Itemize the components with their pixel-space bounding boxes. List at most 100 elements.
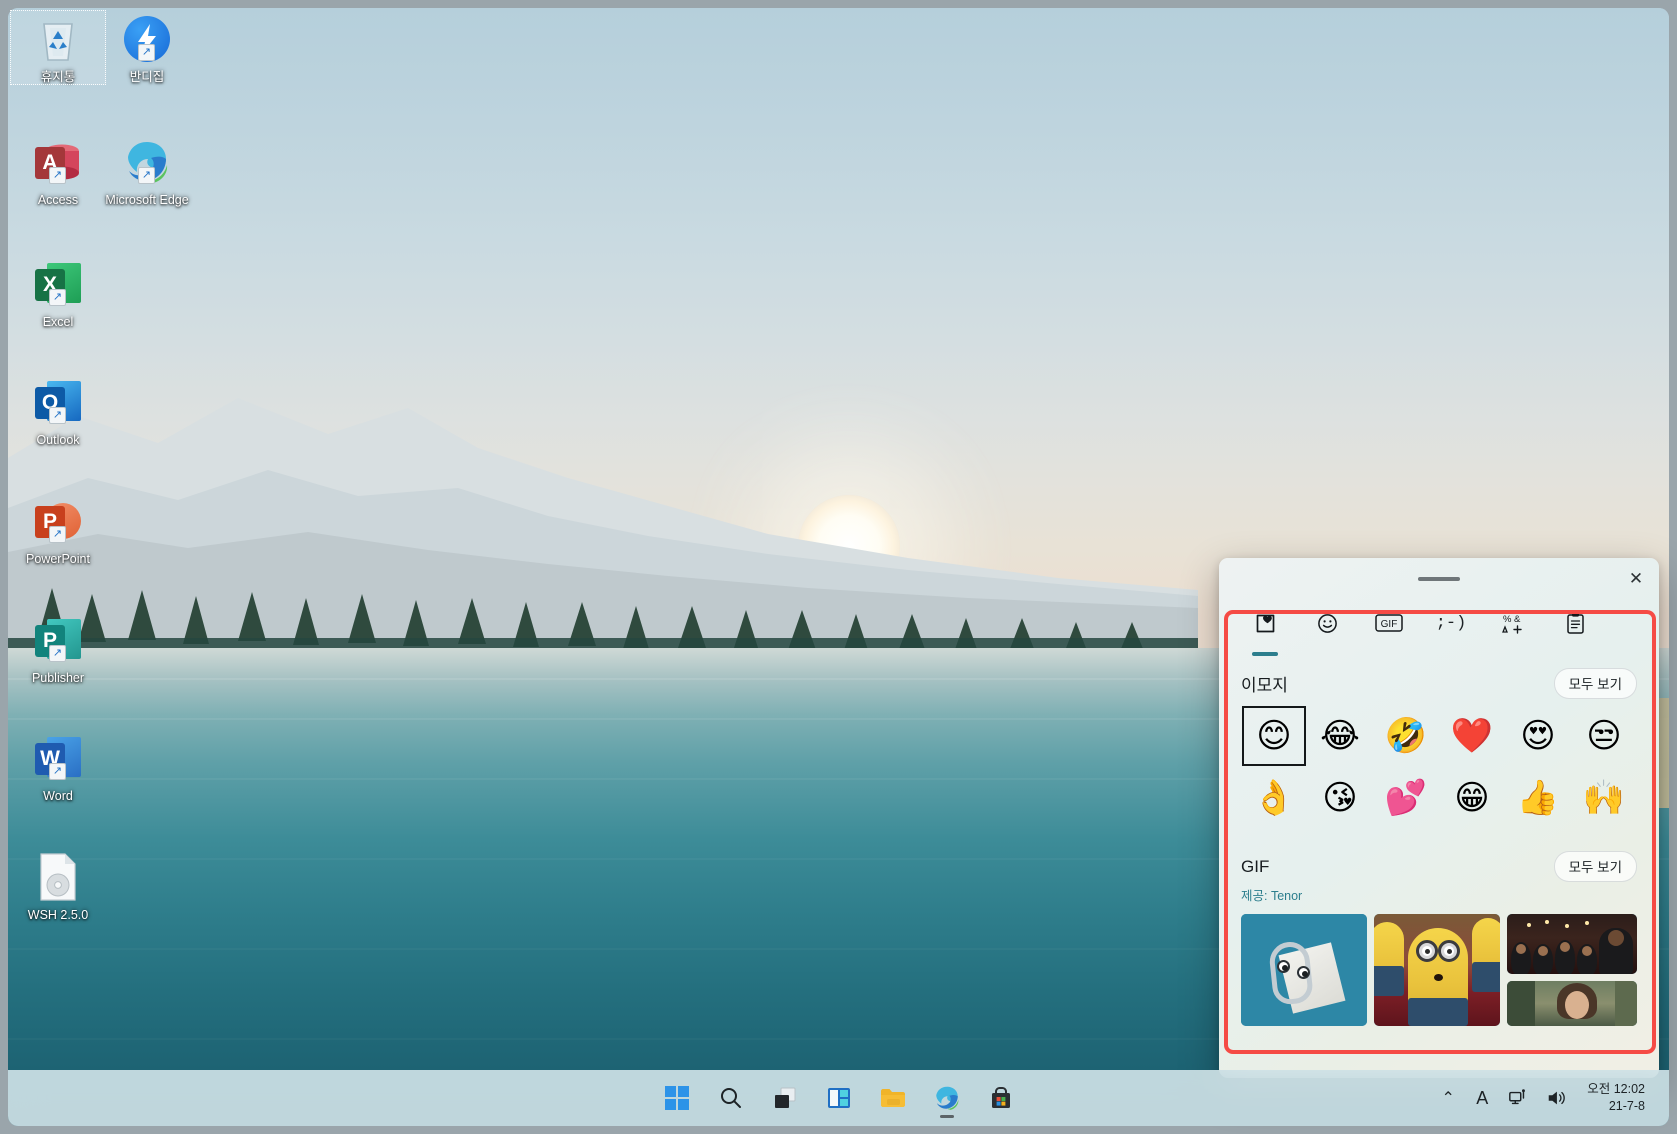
drag-handle[interactable] <box>1418 577 1460 581</box>
emoji-panel-content[interactable]: 이모지 모두 보기 😊 😂 🤣 ❤️ 😍 😒 👌 😘 💕 😁 👍 🙌 GIF 모… <box>1219 652 1659 1078</box>
svg-text:GIF: GIF <box>1381 619 1398 630</box>
emoji-item[interactable]: 🤣 <box>1373 705 1439 767</box>
desktop-icon-wsh[interactable]: WSH 2.5.0 <box>10 848 106 923</box>
kaomoji-icon: ;-) <box>1435 613 1467 633</box>
running-indicator <box>939 1115 954 1118</box>
tab-clipboard[interactable] <box>1551 604 1599 652</box>
tab-emoji[interactable] <box>1303 604 1351 652</box>
edge-icon: ↗ <box>99 133 195 191</box>
smiley-face-icon <box>1317 610 1338 636</box>
desktop-icon-microsoft-edge[interactable]: ↗ Microsoft Edge <box>99 133 195 208</box>
recycle-bin-icon <box>10 10 106 68</box>
bandizip-icon: ↗ <box>99 10 195 68</box>
emoji-item[interactable]: 🙌 <box>1571 767 1637 829</box>
volume-button[interactable] <box>1539 1078 1573 1118</box>
clock-date: 21-7-8 <box>1608 1099 1645 1113</box>
tray-overflow-button[interactable]: ⌃ <box>1433 1078 1463 1118</box>
desktop-icon-recycle-bin[interactable]: 휴지통 <box>10 10 106 85</box>
desktop-icon-label: Publisher <box>31 671 85 685</box>
edge-icon <box>935 1086 958 1110</box>
gif-thumb-awards-applause[interactable] <box>1507 914 1637 974</box>
emoji-item[interactable]: 😒 <box>1571 705 1637 767</box>
word-icon: W ↗ <box>10 729 106 787</box>
gif-section-title: GIF <box>1241 856 1270 876</box>
gif-icon: GIF <box>1375 610 1403 636</box>
network-icon <box>1509 1089 1526 1105</box>
emoji-item[interactable]: 👌 <box>1241 767 1307 829</box>
emoji-item[interactable]: 😁 <box>1439 767 1505 829</box>
desktop-icon-excel[interactable]: X ↗ Excel <box>10 255 106 330</box>
desktop-icon-outlook[interactable]: O ↗ Outlook <box>10 373 106 448</box>
desktop-icon-publisher[interactable]: P ↗ Publisher <box>10 611 106 686</box>
desktop-icon-word[interactable]: W ↗ Word <box>10 729 106 804</box>
microsoft-store-icon <box>991 1087 1010 1108</box>
desktop-screen: 휴지통 ↗ 반디집 A ↗ Access ↗ Microsoft Edge X … <box>0 0 1677 1134</box>
network-button[interactable] <box>1501 1078 1535 1118</box>
emoji-item[interactable]: 👍 <box>1505 767 1571 829</box>
shortcut-overlay-icon: ↗ <box>138 44 155 61</box>
recent-heart-icon <box>1255 610 1276 636</box>
taskbar[interactable]: ⌃ A 오전 12:02 21-7-8 <box>8 1070 1669 1126</box>
emoji-item[interactable]: 😍 <box>1505 705 1571 767</box>
desktop-icon-label: 휴지통 <box>40 70 76 84</box>
start-button[interactable] <box>655 1076 699 1120</box>
emoji-grid[interactable]: 😊 😂 🤣 ❤️ 😍 😒 👌 😘 💕 😁 👍 🙌 <box>1241 705 1637 829</box>
svg-text:&: & <box>1514 614 1521 625</box>
tab-kaomoji[interactable]: ;-) <box>1427 604 1475 652</box>
desktop-icon-label: Access <box>37 193 79 207</box>
close-icon[interactable]: ✕ <box>1613 558 1659 600</box>
desktop-icon-label: Microsoft Edge <box>105 193 189 207</box>
excel-icon: X ↗ <box>10 255 106 313</box>
microsoft-store-button[interactable] <box>979 1076 1023 1120</box>
emoji-panel-titlebar[interactable]: ✕ <box>1219 558 1659 600</box>
emoji-item[interactable]: ❤️ <box>1439 705 1505 767</box>
desktop-icon-label: PowerPoint <box>26 552 90 566</box>
search-icon <box>720 1088 741 1108</box>
widgets-icon <box>827 1088 850 1108</box>
shortcut-overlay-icon: ↗ <box>138 167 155 184</box>
emoji-see-all-button[interactable]: 모두 보기 <box>1553 668 1637 699</box>
desktop-icon-bandizip[interactable]: ↗ 반디집 <box>99 10 195 85</box>
symbols-icon: % & <box>1501 610 1525 636</box>
shortcut-overlay-icon: ↗ <box>49 407 66 424</box>
tab-gif[interactable]: GIF <box>1365 604 1413 652</box>
system-tray[interactable]: ⌃ A 오전 12:02 21-7-8 <box>1433 1070 1651 1126</box>
shortcut-overlay-icon: ↗ <box>49 167 66 184</box>
file-explorer-button[interactable] <box>871 1076 915 1120</box>
tab-recent[interactable] <box>1241 604 1289 656</box>
gif-thumb-tv-scene[interactable] <box>1507 981 1637 1026</box>
gif-see-all-button[interactable]: 모두 보기 <box>1553 851 1637 882</box>
gif-thumbnail-row[interactable] <box>1241 914 1637 1026</box>
task-view-button[interactable] <box>763 1076 807 1120</box>
gif-thumb-clippy[interactable] <box>1241 914 1367 1026</box>
emoji-item[interactable]: 😂 <box>1307 705 1373 767</box>
widgets-button[interactable] <box>817 1076 861 1120</box>
tab-symbols[interactable]: % & <box>1489 604 1537 652</box>
desktop-icon-label: Excel <box>42 315 74 329</box>
search-button[interactable] <box>709 1076 753 1120</box>
ime-indicator[interactable]: A <box>1467 1078 1497 1118</box>
desktop-icon-label: Outlook <box>36 433 80 447</box>
desktop-icon-access[interactable]: A ↗ Access <box>10 133 106 208</box>
windows-logo-icon <box>664 1086 689 1110</box>
emoji-item[interactable]: 😊 <box>1241 705 1307 767</box>
svg-text:%: % <box>1503 614 1512 625</box>
outlook-icon: O ↗ <box>10 373 106 431</box>
clock[interactable]: 오전 12:02 21-7-8 <box>1577 1078 1651 1118</box>
desktop-icon-powerpoint[interactable]: P ↗ PowerPoint <box>10 492 106 567</box>
edge-button[interactable] <box>925 1076 969 1120</box>
emoji-item[interactable]: 😘 <box>1307 767 1373 829</box>
access-icon: A ↗ <box>10 133 106 191</box>
shortcut-overlay-icon: ↗ <box>49 526 66 543</box>
gif-thumb-minions[interactable] <box>1374 914 1500 1026</box>
emoji-item[interactable]: 💕 <box>1373 767 1439 829</box>
desktop-icon-label: WSH 2.5.0 <box>27 908 89 922</box>
clock-time: 오전 12:02 <box>1587 1082 1645 1096</box>
emoji-panel-tabs[interactable]: GIF ;-) % & <box>1219 600 1659 656</box>
emoji-section-header: 이모지 모두 보기 <box>1241 668 1637 699</box>
folder-icon <box>880 1089 905 1107</box>
gif-section-header: GIF 모두 보기 <box>1241 851 1637 882</box>
gif-provider-note: 제공: Tenor <box>1241 889 1303 903</box>
emoji-panel[interactable]: ✕ GIF ;-) % & 이모지 모두 보기 😊 😂 🤣 ❤️ 😍 😒 👌 😘… <box>1219 558 1659 1078</box>
wallpaper-mountains <box>8 398 1198 668</box>
